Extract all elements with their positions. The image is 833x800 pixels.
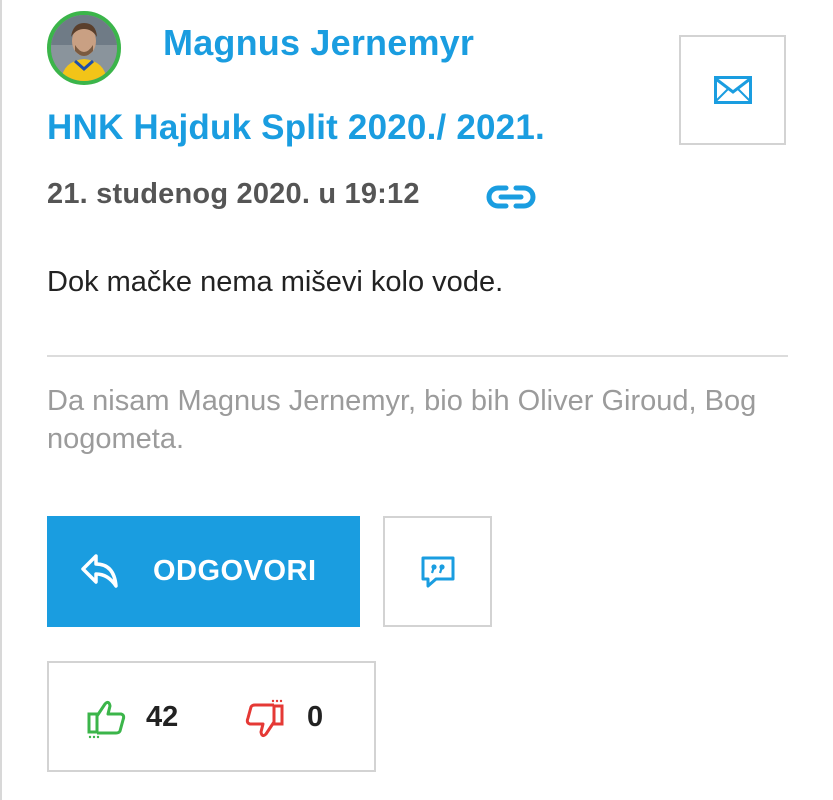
reply-button[interactable]: ODGOVORI [47,516,360,627]
topic-title[interactable]: HNK Hajduk Split 2020./ 2021. [47,108,545,148]
thumbs-down-icon[interactable] [242,698,286,745]
quote-button[interactable] [383,516,492,627]
page-left-border [0,0,2,800]
author-name[interactable]: Magnus Jernemyr [163,22,474,64]
send-message-button[interactable] [679,35,786,145]
permalink-button[interactable] [485,180,537,214]
quote-bubble-icon [421,556,454,587]
post-timestamp: 21. studenog 2020. u 19:12 [47,178,420,210]
post-signature: Da nisam Magnus Jernemyr, bio bih Oliver… [47,385,757,455]
vote-panel: 42 0 [47,661,376,772]
avatar[interactable] [47,11,121,85]
thumbs-up-icon[interactable] [85,698,129,745]
reply-button-label: ODGOVORI [153,555,317,587]
reply-arrow-icon [80,552,120,595]
signature-divider [47,355,788,357]
dislike-count: 0 [307,701,324,733]
like-count: 42 [146,701,179,733]
link-icon [486,185,536,209]
envelope-icon [713,76,752,104]
post-body: Dok mačke nema miševi kolo vode. [47,266,504,298]
avatar-photo [51,15,117,81]
